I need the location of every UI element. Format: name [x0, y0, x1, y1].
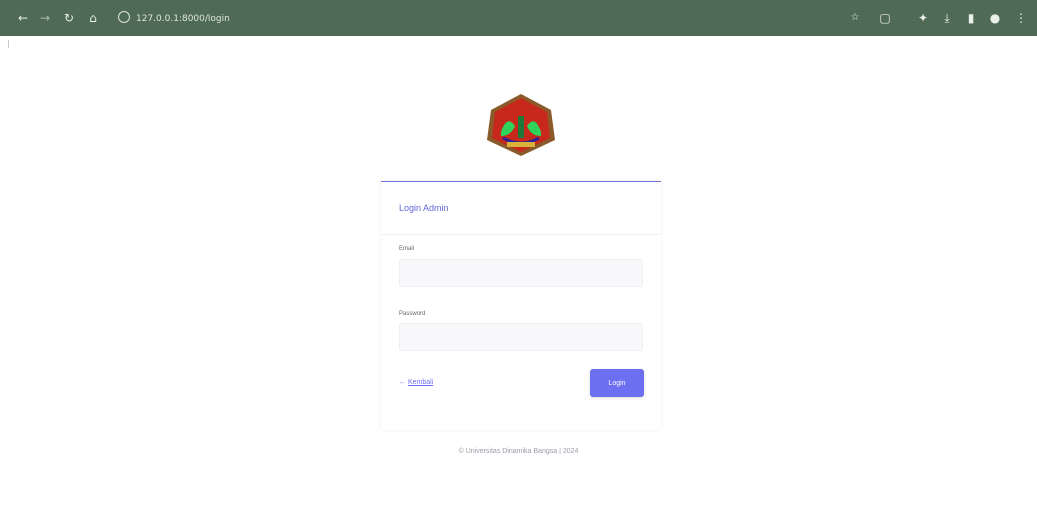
kebab-menu-icon[interactable]: ⋮: [1012, 9, 1030, 27]
arrow-left-icon: ←: [399, 379, 406, 386]
home-icon[interactable]: ⌂: [84, 9, 102, 27]
login-title: Login Admin: [399, 203, 449, 213]
password-field[interactable]: [399, 323, 643, 351]
reload-icon[interactable]: ↻: [60, 9, 78, 27]
forward-arrow-icon[interactable]: →: [36, 9, 54, 27]
email-field[interactable]: [399, 259, 643, 287]
card-header: Login Admin: [381, 182, 661, 235]
login-button[interactable]: Login: [590, 369, 644, 397]
url-text: 127.0.0.1:8000/login: [136, 14, 230, 24]
browser-toolbar: ← → ↻ ⌂ 127.0.0.1:8000/login ☆ ▢ ✦ ⤓ ▮ ●…: [0, 0, 1037, 36]
profile-icon[interactable]: ●: [986, 9, 1004, 27]
extensions-icon[interactable]: ✦: [914, 9, 932, 27]
back-link-label: Kembali: [408, 379, 434, 386]
address-bar[interactable]: 127.0.0.1:8000/login: [118, 11, 230, 25]
screenshot-icon[interactable]: ▢: [876, 9, 894, 27]
back-link[interactable]: ← Kembali: [399, 379, 433, 386]
sidebar-icon[interactable]: ▮: [962, 9, 980, 27]
site-info-icon[interactable]: [118, 11, 130, 23]
university-logo: [485, 92, 557, 158]
university-emblem-icon: [487, 94, 555, 156]
back-arrow-icon[interactable]: ←: [14, 9, 32, 27]
footer-copyright: © Universitas Dinamika Bangsa | 2024: [458, 448, 579, 455]
login-card: Login Admin Email Password ← Kembali Logi…: [381, 181, 661, 430]
password-label: Password: [399, 311, 426, 317]
star-icon[interactable]: ☆: [846, 9, 864, 27]
page-edge-mark: [8, 40, 9, 48]
download-icon[interactable]: ⤓: [938, 9, 956, 27]
email-label: Email: [399, 246, 415, 252]
